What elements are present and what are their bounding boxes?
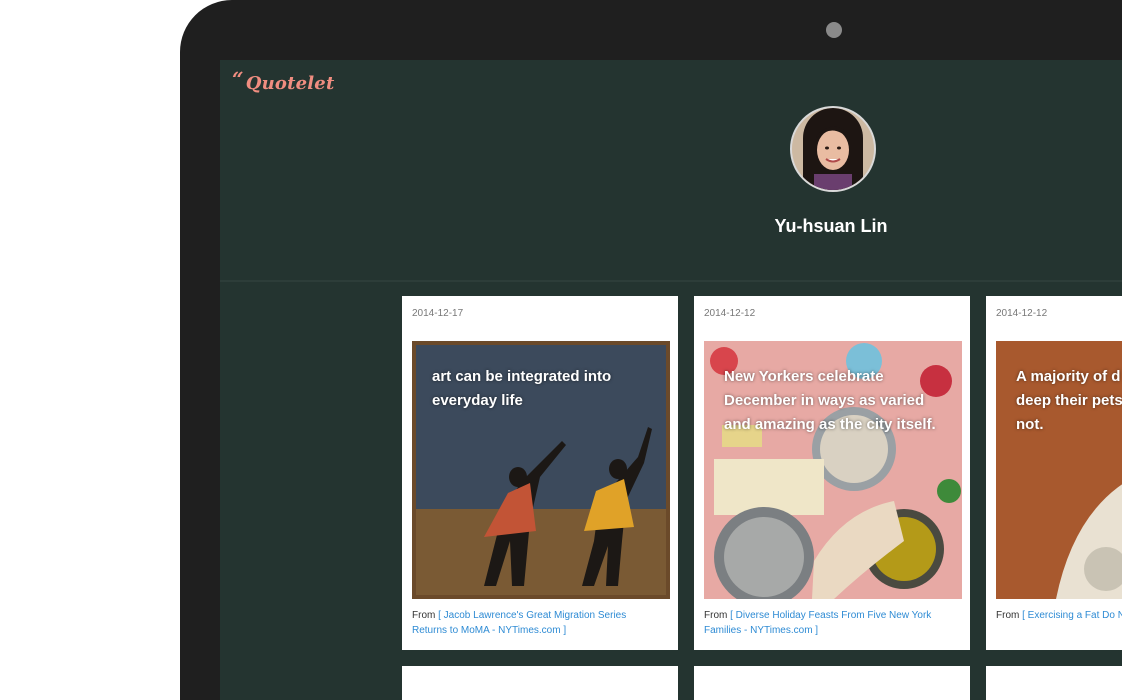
card-source: From [ Jacob Lawrence's Great Migration … <box>412 608 664 638</box>
quote-card-partial[interactable] <box>694 666 970 700</box>
quote-text: New Yorkers celebrate December in ways a… <box>724 368 936 433</box>
card-source: From [ Diverse Holiday Feasts From Five … <box>704 608 956 638</box>
quote-card-partial[interactable] <box>402 666 678 700</box>
header-divider <box>220 280 1122 282</box>
quote-card[interactable]: 2014-12-17 art can be integrated into ev… <box>402 296 678 650</box>
laptop-frame: “Quotelet Yu-hsuan Lin 2014-12-17 art ca… <box>180 0 1122 700</box>
quote-text: A majority of d course,are deep their pe… <box>1016 368 1122 433</box>
quote-image[interactable]: A majority of d course,are deep their pe… <box>996 341 1122 599</box>
quote-mark-icon: “ <box>232 67 244 91</box>
quote-card[interactable]: 2014-12-12 New Yorkers celebrate Decembe… <box>694 296 970 650</box>
source-prefix: From <box>412 610 436 621</box>
card-date: 2014-12-12 <box>996 308 1048 319</box>
source-prefix: From <box>704 610 728 621</box>
profile-name: Yu-hsuan Lin <box>774 216 888 236</box>
camera-dot <box>826 22 842 38</box>
quote-card-partial[interactable] <box>986 666 1122 700</box>
card-date: 2014-12-17 <box>412 308 464 319</box>
card-source: From [ Exercising a Fat Do NYTimes.com ] <box>996 608 1122 623</box>
source-link[interactable]: [ Diverse Holiday Feasts From Five New Y… <box>704 610 931 636</box>
quote-image[interactable]: art can be integrated into everyday life <box>412 341 670 599</box>
source-link[interactable]: [ Jacob Lawrence's Great Migration Serie… <box>412 610 626 636</box>
app-logo[interactable]: “Quotelet <box>232 67 335 94</box>
quote-image[interactable]: New Yorkers celebrate December in ways a… <box>704 341 962 599</box>
source-prefix: From <box>996 610 1020 621</box>
source-link[interactable]: [ Exercising a Fat Do NYTimes.com ] <box>1022 610 1122 621</box>
quote-text: art can be integrated into everyday life <box>432 368 612 409</box>
avatar[interactable] <box>790 106 876 192</box>
card-date: 2014-12-12 <box>704 308 756 319</box>
quote-card[interactable]: 2014-12-12 A majority of d course,are de… <box>986 296 1122 650</box>
app-name: Quotelet <box>245 73 335 94</box>
app-screen: “Quotelet Yu-hsuan Lin 2014-12-17 art ca… <box>220 60 1122 700</box>
